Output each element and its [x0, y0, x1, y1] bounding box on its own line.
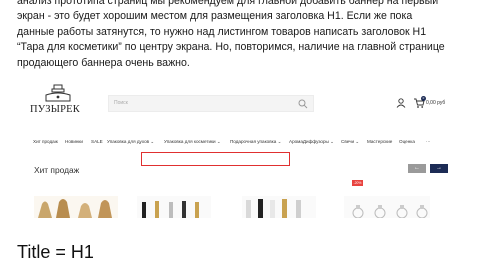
intro-line: экран - это будет хорошим местом для раз…: [17, 10, 413, 23]
nav-item-cosmetics-packaging[interactable]: Упаковка для косметики ⌄: [164, 139, 221, 145]
nav-item-new[interactable]: Новинки: [65, 139, 83, 144]
intro-line: продающего баннера очень важно.: [17, 56, 190, 69]
search-icon[interactable]: [298, 99, 308, 109]
carousel-next-button[interactable]: →: [430, 164, 448, 173]
search-input[interactable]: Поиск: [108, 95, 314, 112]
intro-line: “Тара для косметики” по центру экрана. Н…: [17, 41, 445, 54]
intro-line: данные работы затянутся, то нужно над ли…: [17, 25, 427, 38]
product-image[interactable]: [344, 196, 430, 218]
section-title: Хит продаж: [34, 165, 80, 175]
intro-line: анализ прототипа страниц мы рекомендуем …: [17, 0, 439, 7]
nav-item-gift-packaging[interactable]: Подарочная упаковка ⌄: [230, 139, 281, 145]
intro-paragraph: анализ прототипа страниц мы рекомендуем …: [17, 0, 487, 71]
user-icon[interactable]: [396, 98, 406, 108]
title-h1-caption: Title = H1: [17, 242, 94, 262]
nav-item-candles[interactable]: Свечи ⌄: [341, 139, 359, 145]
cart-total[interactable]: 0,00 руб: [426, 100, 445, 106]
carousel-prev-button[interactable]: ←: [408, 164, 426, 173]
nav-item-aroma-diffusers[interactable]: АромаДиффузоры ⌄: [289, 139, 334, 145]
nav-item-rating[interactable]: Оценка: [399, 139, 415, 144]
nav-item-more[interactable]: ···: [426, 139, 431, 144]
nav-item-sale[interactable]: SALE: [91, 139, 103, 144]
sale-badge: -20%: [352, 180, 363, 186]
product-image[interactable]: [242, 196, 316, 218]
search-placeholder: Поиск: [114, 100, 128, 106]
product-image[interactable]: [137, 196, 211, 218]
banner-placeholder-highlight: [141, 152, 290, 166]
logo-text[interactable]: ПУЗЫРЕК: [30, 104, 90, 115]
nav-item-perfume-packaging[interactable]: Упаковка для духов ⌄: [107, 139, 154, 145]
nav-item-hits[interactable]: Хит продаж: [33, 139, 58, 144]
product-image[interactable]: [34, 196, 118, 218]
nav-item-workshops[interactable]: Мастерские: [367, 139, 392, 144]
